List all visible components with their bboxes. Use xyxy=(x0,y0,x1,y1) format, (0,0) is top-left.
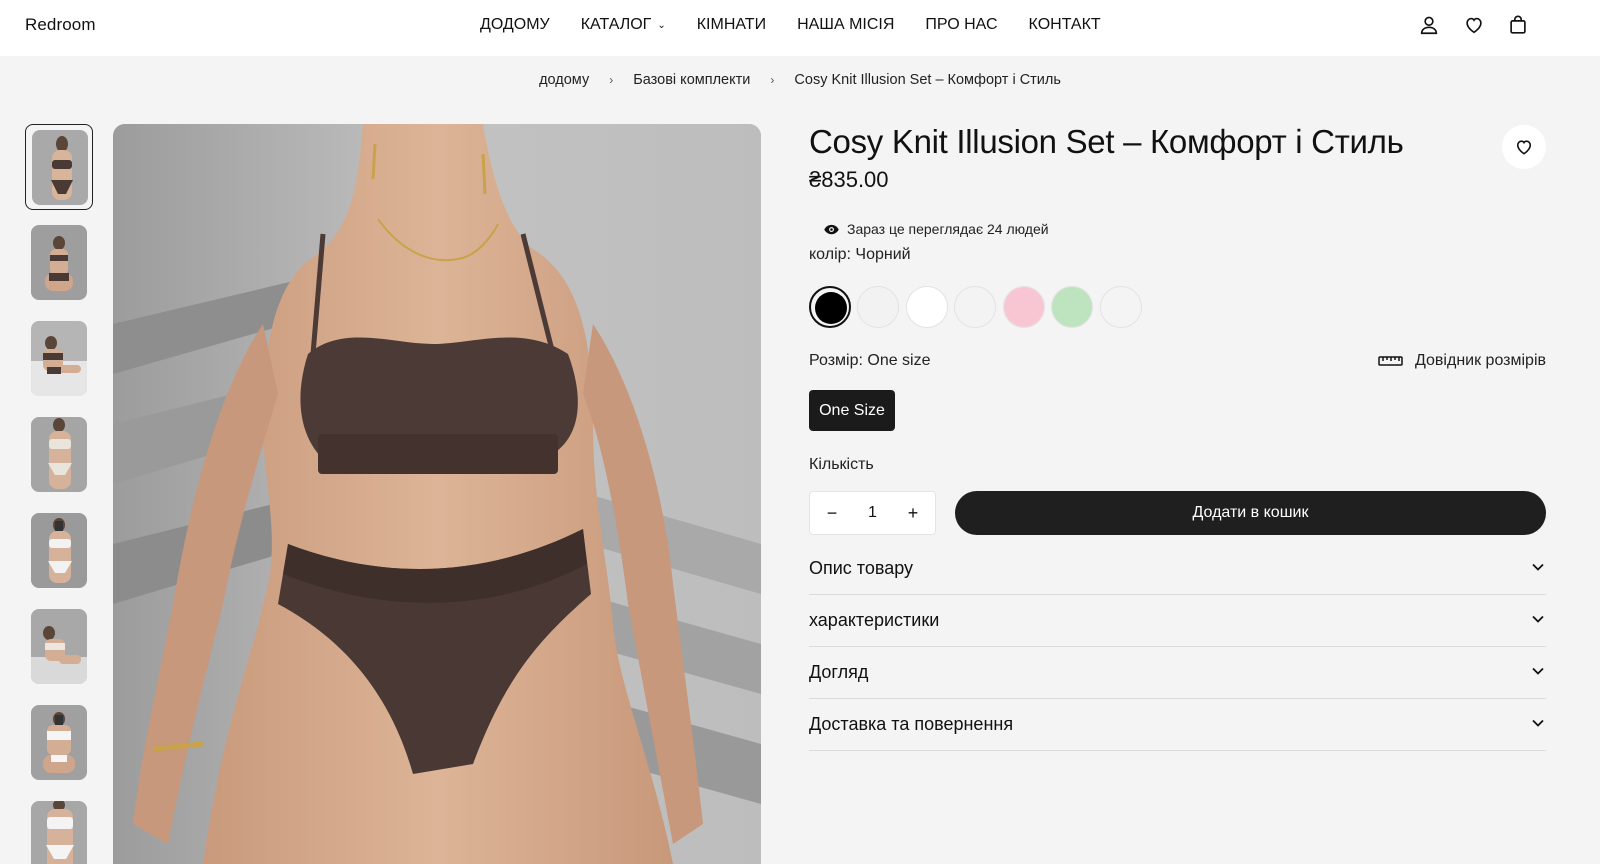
ruler-icon xyxy=(1378,356,1403,366)
user-icon[interactable] xyxy=(1418,14,1444,40)
thumbnail-image xyxy=(31,225,87,300)
quantity-stepper: − 1 + xyxy=(809,491,936,535)
thumbnail-1[interactable] xyxy=(25,124,93,210)
swatch-fill xyxy=(1052,287,1092,327)
bag-icon[interactable] xyxy=(1507,14,1533,40)
nav-item-contact[interactable]: КОНТАКТ xyxy=(1029,16,1101,34)
swatch-fill xyxy=(1101,287,1141,327)
chevron-down-icon xyxy=(1532,615,1544,623)
thumbnail-image xyxy=(31,513,87,588)
product-photo xyxy=(113,124,761,864)
nav-about-label: ПРО НАС xyxy=(925,16,998,33)
viewers-notice: Зараз це переглядає 24 людей xyxy=(824,221,1049,237)
product-main-image[interactable] xyxy=(113,124,761,864)
nav-item-home[interactable]: ДОДОМУ xyxy=(480,16,550,34)
swatch-fill xyxy=(907,287,947,327)
swatch-fill xyxy=(1004,287,1044,327)
swatch-white[interactable] xyxy=(906,286,948,328)
quantity-label: Кількість xyxy=(809,456,874,473)
thumbnail-2[interactable] xyxy=(25,220,93,306)
size-guide-link[interactable]: Довідник розмірів xyxy=(1378,352,1546,370)
chevron-right-icon: › xyxy=(770,73,775,87)
nav-catalog-label: КАТАЛОГ xyxy=(580,16,652,33)
accordion-label: Опис товару xyxy=(809,558,914,578)
swatch-off-white[interactable] xyxy=(954,286,996,328)
quantity-decrease-button[interactable]: − xyxy=(812,492,852,534)
thumbnail-7[interactable] xyxy=(25,700,93,786)
nav-rooms-label: КІМНАТИ xyxy=(696,16,767,33)
swatch-black[interactable] xyxy=(809,286,851,328)
thumbnail-image xyxy=(31,801,87,864)
heart-icon[interactable] xyxy=(1463,14,1489,40)
nav-item-about[interactable]: ПРО НАС xyxy=(925,16,997,34)
accordion-care[interactable]: Догляд xyxy=(809,647,1546,699)
product-price: ₴835.00 xyxy=(809,167,889,192)
thumbnail-5[interactable] xyxy=(25,508,93,594)
accordion-label: Доставка та повернення xyxy=(809,714,1014,734)
site-logo[interactable]: Redroom xyxy=(25,15,96,35)
accordion-specs[interactable]: характеристики xyxy=(809,595,1546,647)
thumbnail-image xyxy=(32,130,88,205)
eye-icon xyxy=(824,224,839,234)
size-label: Розмір: One size xyxy=(809,352,931,369)
thumbnail-image xyxy=(31,609,87,684)
thumbnail-image xyxy=(31,417,87,492)
swatch-fill xyxy=(858,287,898,327)
swatch-green[interactable] xyxy=(1051,286,1093,328)
nav-mission-label: НАША МІСІЯ xyxy=(797,16,895,33)
add-to-cart-button[interactable]: Додати в кошик xyxy=(955,491,1546,535)
accordion-description[interactable]: Опис товару xyxy=(809,543,1546,595)
chevron-down-icon xyxy=(1532,667,1544,675)
thumbnail-8[interactable] xyxy=(25,796,93,864)
breadcrumb: додому › Базові комплекти › Cosy Knit Il… xyxy=(0,72,1600,88)
swatch-ivory[interactable] xyxy=(1100,286,1142,328)
nav-contact-label: КОНТАКТ xyxy=(1028,16,1101,33)
chevron-down-icon: ⌄ xyxy=(657,19,666,31)
nav-home-label: ДОДОМУ xyxy=(480,16,550,33)
viewers-text: Зараз це переглядає 24 людей xyxy=(847,221,1049,237)
breadcrumb-home[interactable]: додому xyxy=(539,72,589,88)
chevron-right-icon: › xyxy=(609,73,614,87)
wishlist-button[interactable] xyxy=(1502,125,1546,169)
thumbnail-3[interactable] xyxy=(25,316,93,402)
heart-icon xyxy=(1516,140,1532,155)
nav-item-rooms[interactable]: КІМНАТИ xyxy=(697,16,766,34)
quantity-value[interactable]: 1 xyxy=(850,492,895,534)
accordion-shipping[interactable]: Доставка та повернення xyxy=(809,699,1546,751)
color-label: колір: Чорний xyxy=(809,246,911,263)
thumbnail-6[interactable] xyxy=(25,604,93,690)
breadcrumb-category[interactable]: Базові комплекти xyxy=(633,72,750,88)
swatch-light-grey[interactable] xyxy=(857,286,899,328)
size-option-button[interactable]: One Size xyxy=(809,390,895,431)
thumbnail-4[interactable] xyxy=(25,412,93,498)
swatch-fill xyxy=(815,292,847,324)
thumbnail-image xyxy=(31,705,87,780)
main-nav: ДОДОМУ КАТАЛОГ ⌄ КІМНАТИ НАША МІСІЯ ПРО Н… xyxy=(480,16,1132,34)
header-actions xyxy=(1380,14,1600,42)
size-guide-label: Довідник розмірів xyxy=(1415,352,1546,369)
nav-item-catalog[interactable]: КАТАЛОГ ⌄ xyxy=(581,16,666,34)
swatch-pink[interactable] xyxy=(1003,286,1045,328)
breadcrumb-current: Cosy Knit Illusion Set – Комфорт і Стиль xyxy=(794,72,1061,88)
chevron-down-icon xyxy=(1532,563,1544,571)
accordion-label: характеристики xyxy=(809,610,940,630)
quantity-increase-button[interactable]: + xyxy=(893,492,933,534)
chevron-down-icon xyxy=(1532,719,1544,727)
site-header: Redroom ДОДОМУ КАТАЛОГ ⌄ КІМНАТИ НАША МІС… xyxy=(0,0,1600,56)
product-title: Cosy Knit Illusion Set – Комфорт і Стиль xyxy=(809,123,1404,160)
swatch-fill xyxy=(955,287,995,327)
accordion-label: Догляд xyxy=(809,662,869,682)
thumbnail-image xyxy=(31,321,87,396)
nav-item-mission[interactable]: НАША МІСІЯ xyxy=(797,16,894,34)
